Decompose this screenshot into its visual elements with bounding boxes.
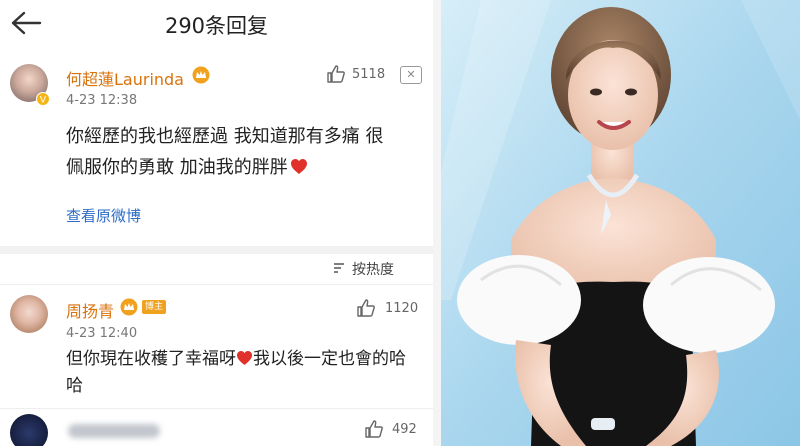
comment-time: 4-23 12:40 (66, 326, 138, 341)
comment-time: 4-23 12:38 (66, 93, 138, 108)
heart-icon (236, 350, 253, 366)
sort-icon[interactable] (333, 262, 349, 274)
verified-icon: V (36, 92, 50, 106)
sort-by-hot-button[interactable]: 按热度 (352, 259, 394, 279)
comment-text: 你經歷的我也經歷過 我知道那有多痛 很 佩服你的勇敢 加油我的胖胖 (66, 121, 426, 183)
comment-author[interactable]: 周扬青 (66, 298, 114, 322)
divider (0, 408, 433, 409)
avatar[interactable] (10, 295, 48, 333)
comment-text-line: 但你現在收穫了幸福呀 我以後一定也會的哈 (66, 346, 426, 373)
more-icon[interactable]: ✕ (400, 66, 422, 84)
crown-icon (192, 66, 210, 84)
svg-text:V: V (40, 96, 47, 106)
comment-text-segment: 我以後一定也會的哈 (253, 349, 406, 369)
heart-icon (290, 159, 307, 174)
crown-icon (120, 298, 138, 316)
comment-text-segment: 但你現在收穫了幸福呀 (66, 349, 236, 369)
comment-text-segment: 佩服你的勇敢 加油我的胖胖 (66, 157, 288, 178)
comment-text-line: 你經歷的我也經歷過 我知道那有多痛 很 (66, 126, 384, 147)
comment-text-line: 哈 (66, 376, 83, 396)
like-count: 1120 (385, 301, 419, 316)
like-count: 5118 (352, 67, 386, 82)
comment-text-line: 佩服你的勇敢 加油我的胖胖 (66, 152, 426, 183)
thumbs-up-icon[interactable] (356, 298, 376, 318)
photo-panel (441, 0, 800, 446)
like-count: 492 (392, 422, 417, 437)
author-badge: 博主 (142, 300, 167, 314)
comment-text: 但你現在收穫了幸福呀 我以後一定也會的哈 哈 (66, 346, 426, 400)
panel-divider (433, 0, 441, 446)
thumbs-up-icon[interactable] (326, 64, 346, 84)
avatar[interactable] (10, 414, 48, 446)
view-original-link[interactable]: 查看原微博 (66, 205, 141, 226)
divider (0, 246, 433, 254)
comment-item: V 何超蓮Laurinda 5118 ✕ 4-23 12:38 你經歷的我也經歷… (0, 0, 433, 258)
comments-panel: 290条回复 V 何超蓮Laurinda 5118 ✕ 4-23 12:38 你… (0, 0, 433, 446)
thumbs-up-icon[interactable] (364, 419, 384, 439)
divider (0, 284, 433, 285)
comment-author[interactable]: 何超蓮Laurinda (66, 66, 184, 90)
photo-illustration (441, 0, 800, 446)
blurred-author-name (68, 424, 160, 438)
